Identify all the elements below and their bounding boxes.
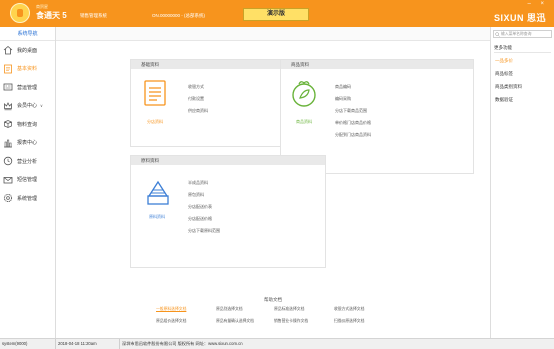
store-data-icon[interactable] [144, 80, 166, 108]
sidebar-item-member-center[interactable]: 会员中心 ∨ [0, 97, 55, 116]
panel-title: 原料资料 [131, 156, 325, 165]
sidebar-item-material-query[interactable]: 物料查询 [0, 115, 55, 134]
store-delivery-price-table-link[interactable]: 分店配送价表 [188, 204, 212, 210]
help-doc-link[interactable]: 原品组价选择文档 [156, 319, 186, 324]
store-material-range-link[interactable]: 分店下载原料范围 [188, 228, 220, 234]
sidebar-item-sms-management[interactable]: 短信管理 [0, 171, 55, 190]
main-content: 基础资料 分店资料 收银方式 付款设置 供应商资料 商品资料 商品资料 商品编码… [56, 27, 490, 338]
company-code: ON.00000000 - (总部系统) [152, 13, 206, 18]
product-data-label[interactable]: 商品资料 [284, 119, 324, 125]
sidebar-item-label: 物料查询 [17, 121, 38, 128]
document-icon [3, 64, 13, 74]
material-data-icon[interactable] [146, 180, 170, 208]
store-data-label[interactable]: 分店资料 [135, 119, 175, 125]
sidebar-item-label: 营运管理 [17, 84, 38, 91]
more-function-item[interactable]: 商品标签 [495, 71, 513, 77]
sidebar-item-basic-data[interactable]: 基本资料 [0, 60, 55, 79]
help-doc-link[interactable]: 销售营业卡操作文档 [274, 319, 308, 324]
panel-title: 商品资料 [281, 60, 473, 69]
payment-setting-link[interactable]: 付款设置 [188, 96, 204, 102]
status-user: system(9000) [0, 339, 56, 349]
window-controls[interactable]: – × [527, 1, 548, 7]
home-icon [3, 45, 13, 55]
sidebar-item-label: 会员中心 [17, 103, 38, 110]
sidebar-item-label: 报表中心 [17, 140, 38, 147]
help-docs-title: 帮助文档 [264, 297, 282, 302]
sidebar-item-label: 基本资料 [17, 66, 38, 73]
sidebar-item-label: 营业分析 [17, 158, 38, 165]
store-product-range-link[interactable]: 分店下载商品范围 [335, 108, 367, 114]
box-icon [3, 119, 13, 129]
store-product-price-link[interactable]: 单价格门店商品价格 [335, 120, 371, 126]
sidebar-item-operations[interactable]: 营运管理 [0, 78, 55, 97]
material-data-label[interactable]: 原料资料 [137, 214, 177, 220]
more-functions-header: 更多功能 [494, 45, 512, 50]
gear-icon [3, 193, 13, 203]
brand-logo: SIXUN 思迅 [493, 13, 546, 23]
help-doc-link[interactable]: 扫描仪原选择文档 [334, 319, 364, 324]
bar-chart-icon [3, 138, 13, 148]
app-logo-icon [10, 3, 30, 23]
crown-icon [3, 101, 13, 111]
right-panel: 输入菜单名称查询 更多功能 一品多价 商品标签 商品类别资料 数据验证 [490, 27, 554, 338]
app-name: 食通天 5 [36, 11, 67, 20]
product-data-icon[interactable] [291, 78, 317, 110]
sidebar-item-label: 我的桌面 [17, 47, 38, 54]
title-bar: 商贸星 食通天 5 销售管理系统 ON.00000000 - (总部系统) 演示… [0, 0, 554, 27]
code-purchase-link[interactable]: 编码采购 [335, 96, 351, 102]
sidebar-item-report-center[interactable]: 报表中心 [0, 134, 55, 153]
sidebar-item-business-analysis[interactable]: 营业分析 [0, 152, 55, 171]
help-doc-link[interactable]: 原品标准选择文档 [274, 307, 304, 312]
sidebar-item-desktop[interactable]: 我的桌面 [0, 41, 55, 60]
status-datetime: 2018-04-18 11:20am [56, 339, 120, 349]
chevron-down-icon: ∨ [40, 103, 43, 109]
help-doc-link[interactable]: 原品有量确认选择文档 [216, 319, 254, 324]
status-company-info: 深圳市思迅软件股份有限公司 版权所有 网址：www.sixun.com.cn [122, 341, 243, 346]
semi-product-link[interactable]: 半成品资料 [188, 180, 208, 186]
menu-search-input[interactable]: 输入菜单名称查询 [493, 30, 552, 38]
clock-icon [3, 156, 13, 166]
mail-icon [3, 175, 13, 185]
search-icon [495, 32, 500, 39]
more-function-item[interactable]: 数据验证 [495, 97, 513, 103]
more-function-item[interactable]: 商品类别资料 [495, 84, 522, 90]
sidebar: 系统导航 我的桌面 基本资料 营运管理 会员中心 ∨ 物料查询 报表中心 营业分… [0, 27, 56, 338]
assign-store-product-link[interactable]: 分配到门店商品资料 [335, 132, 371, 138]
material-data-panel: 原料资料 原料资料 半成品资料 原包资料 分店配送价表 分店配送价格 分店下载原… [130, 155, 326, 268]
raw-package-link[interactable]: 原包资料 [188, 192, 204, 198]
product-code-link[interactable]: 商品编码 [335, 84, 351, 90]
more-function-item[interactable]: 一品多价 [495, 58, 513, 64]
status-bar: system(9000) 2018-04-18 11:20am 深圳市思迅软件股… [0, 338, 554, 349]
store-delivery-price-link[interactable]: 分店配送价格 [188, 216, 212, 222]
demo-version-badge: 演示版 [243, 8, 309, 21]
tab-bar [56, 27, 490, 41]
payment-method-link[interactable]: 收银方式 [188, 84, 204, 90]
register-icon [3, 82, 13, 92]
sidebar-item-system-management[interactable]: 系统管理 [0, 189, 55, 208]
app-module-name: 销售管理系统 [80, 13, 107, 18]
supplier-data-link[interactable]: 供应商资料 [188, 108, 208, 114]
divider [494, 52, 551, 53]
sidebar-header[interactable]: 系统导航 [0, 27, 55, 41]
help-doc-link[interactable]: 收银方式选择文档 [334, 307, 364, 312]
help-doc-link[interactable]: 原品别选择文档 [216, 307, 243, 312]
sidebar-item-label: 系统管理 [17, 195, 38, 202]
sidebar-item-label: 短信管理 [17, 177, 38, 184]
help-doc-link[interactable]: 一般原料选择文档 [156, 307, 186, 312]
search-placeholder: 输入菜单名称查询 [501, 32, 532, 36]
